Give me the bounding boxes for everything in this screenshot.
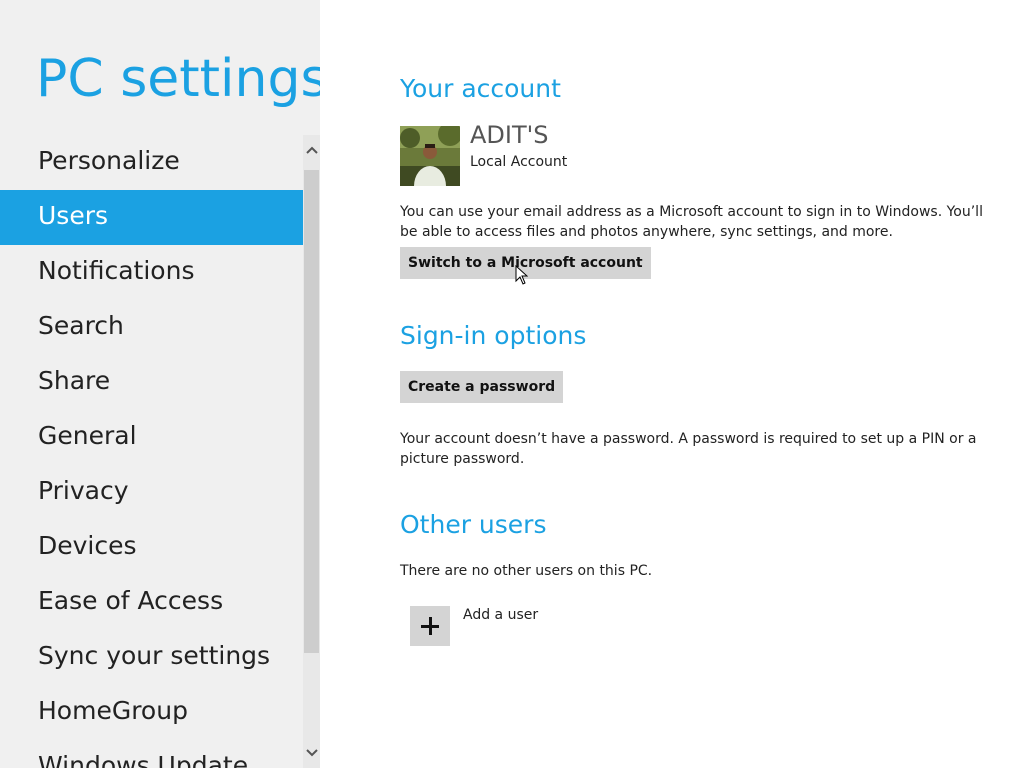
main-content: Your account ADIT'S Local Account You ca… [400,0,1000,768]
sidebar-item-homegroup[interactable]: HomeGroup [0,685,304,740]
sidebar-item-users[interactable]: Users [0,190,304,245]
sidebar: PC settings Personalize Users Notificati… [0,0,320,768]
sidebar-scrollbar[interactable] [303,135,320,768]
scrollbar-thumb[interactable] [304,170,319,653]
other-users-heading: Other users [400,510,547,539]
chevron-up-icon[interactable] [303,135,320,165]
sidebar-item-notifications[interactable]: Notifications [0,245,304,300]
microsoft-account-description: You can use your email address as a Micr… [400,204,983,240]
sidebar-item-privacy[interactable]: Privacy [0,465,304,520]
chevron-down-icon[interactable] [303,738,320,768]
account-avatar [400,126,460,186]
account-type: Local Account [470,154,568,170]
sidebar-item-sync-your-settings[interactable]: Sync your settings [0,630,304,685]
mouse-pointer-icon [515,264,529,285]
sidebar-item-personalize[interactable]: Personalize [0,135,304,190]
password-description: Your account doesn’t have a password. A … [400,431,977,467]
plus-icon[interactable] [410,606,450,646]
add-user-label[interactable]: Add a user [463,607,538,623]
sidebar-item-general[interactable]: General [0,410,304,465]
create-password-button[interactable]: Create a password [400,371,564,403]
app-title: PC settings [36,49,320,109]
sidebar-item-ease-of-access[interactable]: Ease of Access [0,575,304,630]
other-users-description: There are no other users on this PC. [400,563,653,579]
sidebar-nav: Personalize Users Notifications Search S… [0,135,304,768]
account-name: ADIT'S [470,121,549,149]
sidebar-item-windows-update[interactable]: Windows Update [0,740,304,768]
sidebar-item-search[interactable]: Search [0,300,304,355]
sidebar-item-share[interactable]: Share [0,355,304,410]
sidebar-item-devices[interactable]: Devices [0,520,304,575]
your-account-heading: Your account [400,74,561,103]
sign-in-options-heading: Sign-in options [400,321,587,350]
